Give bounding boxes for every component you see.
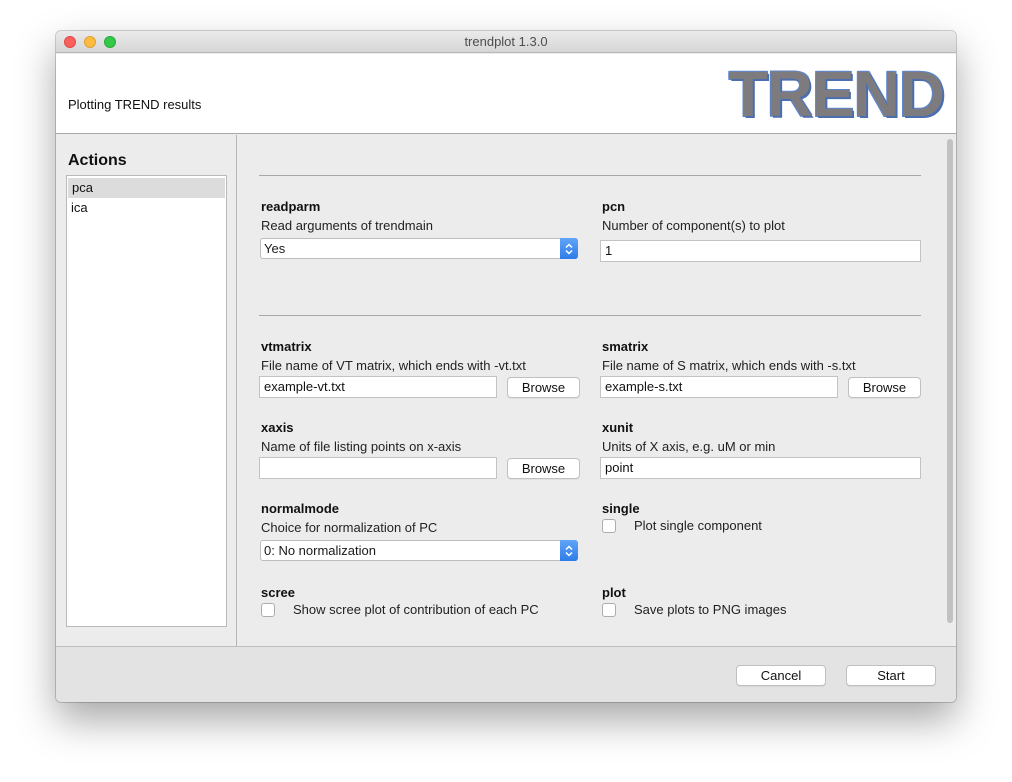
normalmode-select[interactable]: 0: No normalization: [260, 540, 578, 561]
form-panel: readparm Read arguments of trendmain Yes…: [238, 135, 956, 646]
normalmode-field: normalmode Choice for normalization of P…: [261, 501, 437, 537]
readparm-description: Read arguments of trendmain: [261, 218, 433, 233]
xunit-field: xunit Units of X axis, e.g. uM or min: [602, 420, 775, 456]
xunit-input[interactable]: point: [600, 457, 921, 479]
pcn-input[interactable]: 1: [600, 240, 921, 262]
pcn-description: Number of component(s) to plot: [602, 218, 785, 233]
footer-bar: Cancel Start: [56, 646, 956, 702]
plot-label: plot: [602, 585, 626, 600]
cancel-button[interactable]: Cancel: [736, 665, 826, 686]
smatrix-description: File name of S matrix, which ends with -…: [602, 358, 856, 373]
normalmode-value: 0: No normalization: [264, 543, 376, 558]
chevron-updown-icon: [560, 540, 578, 561]
xaxis-field: xaxis Name of file listing points on x-a…: [261, 420, 461, 456]
start-button[interactable]: Start: [846, 665, 936, 686]
scree-field: scree: [261, 585, 295, 601]
scrollbar-thumb[interactable]: [947, 139, 953, 623]
single-checkbox[interactable]: [602, 519, 616, 533]
section-divider: [259, 315, 921, 316]
section-divider: [259, 175, 921, 176]
xaxis-browse-button[interactable]: Browse: [507, 458, 580, 479]
scrollbar[interactable]: [944, 135, 956, 646]
vtmatrix-description: File name of VT matrix, which ends with …: [261, 358, 526, 373]
header-subtitle: Plotting TREND results: [68, 97, 202, 112]
readparm-field: readparm Read arguments of trendmain: [261, 199, 433, 235]
pcn-label: pcn: [602, 199, 626, 214]
window-title: trendplot 1.3.0: [464, 34, 548, 49]
trend-logo: TREND: [728, 58, 945, 130]
single-label: single: [602, 501, 640, 516]
scree-label: scree: [261, 585, 295, 600]
single-field: single: [602, 501, 640, 517]
xunit-description: Units of X axis, e.g. uM or min: [602, 439, 776, 454]
pcn-field: pcn Number of component(s) to plot: [602, 199, 785, 235]
plot-field: plot: [602, 585, 626, 601]
actions-sidebar: Actions pca ica: [56, 135, 237, 646]
chevron-updown-icon: [560, 238, 578, 259]
title-bar[interactable]: trendplot 1.3.0: [56, 31, 956, 53]
action-item-ica[interactable]: ica: [67, 198, 226, 218]
normalmode-description: Choice for normalization of PC: [261, 520, 438, 535]
actions-list: pca ica: [66, 175, 227, 627]
scree-checkbox[interactable]: [261, 603, 275, 617]
readparm-select[interactable]: Yes: [260, 238, 578, 259]
plot-checkbox[interactable]: [602, 603, 616, 617]
vtmatrix-browse-button[interactable]: Browse: [507, 377, 580, 398]
readparm-label: readparm: [261, 199, 321, 214]
vtmatrix-field: vtmatrix File name of VT matrix, which e…: [261, 339, 526, 375]
vtmatrix-label: vtmatrix: [261, 339, 312, 354]
readparm-value: Yes: [264, 241, 286, 256]
xaxis-label: xaxis: [261, 420, 294, 435]
action-item-pca[interactable]: pca: [68, 178, 225, 198]
app-window: trendplot 1.3.0 Plotting TREND results T…: [56, 31, 956, 702]
smatrix-field: smatrix File name of S matrix, which end…: [602, 339, 856, 375]
normalmode-label: normalmode: [261, 501, 340, 516]
smatrix-browse-button[interactable]: Browse: [848, 377, 921, 398]
plot-checkbox-label[interactable]: Save plots to PNG images: [634, 602, 786, 617]
actions-heading: Actions: [68, 152, 127, 169]
xunit-label: xunit: [602, 420, 634, 435]
vtmatrix-input[interactable]: example-vt.txt: [259, 376, 497, 398]
header: Plotting TREND results TREND: [56, 54, 956, 134]
scree-checkbox-label[interactable]: Show scree plot of contribution of each …: [293, 602, 539, 617]
xaxis-input[interactable]: [259, 457, 497, 479]
smatrix-label: smatrix: [602, 339, 649, 354]
single-checkbox-label[interactable]: Plot single component: [634, 518, 762, 533]
smatrix-input[interactable]: example-s.txt: [600, 376, 838, 398]
xaxis-description: Name of file listing points on x-axis: [261, 439, 462, 454]
